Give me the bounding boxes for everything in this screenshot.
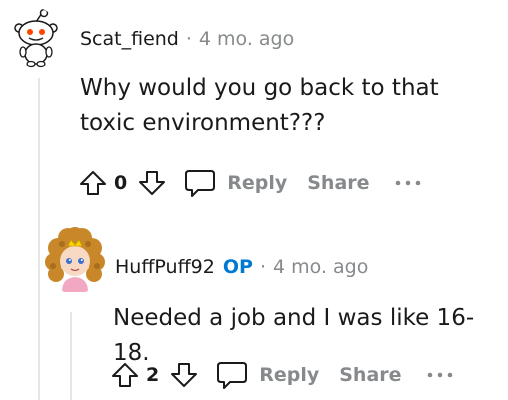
separator-dot: · — [185, 28, 192, 50]
nested-thread-line[interactable] — [70, 312, 72, 400]
more-options-icon[interactable] — [424, 365, 456, 385]
downvote-icon[interactable] — [167, 358, 201, 392]
share-button[interactable]: Share — [339, 364, 401, 386]
comment-header: HuffPuff92 OP · 4 mo. ago — [115, 256, 368, 278]
username[interactable]: HuffPuff92 — [115, 256, 215, 278]
reply-button[interactable]: Reply — [215, 358, 319, 392]
timestamp[interactable]: 4 mo. ago — [199, 28, 294, 50]
reply-label: Reply — [259, 364, 320, 386]
more-options-icon[interactable] — [392, 173, 424, 193]
vote-score: 0 — [114, 172, 128, 194]
comment-header: Scat_fiend · 4 mo. ago — [80, 28, 294, 50]
speech-bubble-icon — [215, 358, 249, 392]
thread-line[interactable] — [38, 78, 40, 400]
share-button[interactable]: Share — [307, 172, 369, 194]
comment-actions: 2 Reply Share — [108, 357, 456, 393]
vote-score: 2 — [146, 364, 160, 386]
downvote-icon[interactable] — [135, 166, 169, 200]
snoo-avatar-icon[interactable] — [12, 8, 60, 68]
upvote-icon[interactable] — [108, 358, 142, 392]
reply-label: Reply — [227, 172, 288, 194]
timestamp[interactable]: 4 mo. ago — [273, 256, 368, 278]
comment-actions: 0 Reply Share — [76, 165, 424, 201]
reply-button[interactable]: Reply — [183, 166, 287, 200]
curly-hair-avatar-icon[interactable] — [44, 226, 106, 294]
separator-dot: · — [259, 256, 266, 278]
username[interactable]: Scat_fiend — [80, 28, 179, 50]
comment-body: Why would you go back to that toxic envi… — [80, 75, 439, 136]
speech-bubble-icon — [183, 166, 217, 200]
op-badge: OP — [222, 256, 253, 278]
upvote-icon[interactable] — [76, 166, 110, 200]
